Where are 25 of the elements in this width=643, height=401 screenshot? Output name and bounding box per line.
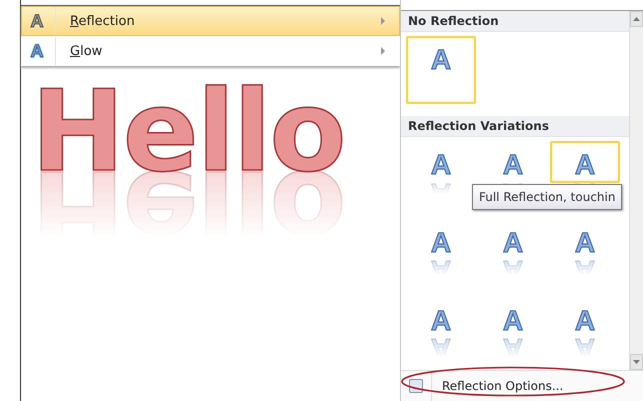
submenu-arrow-icon (381, 17, 385, 25)
wordart-text: Hello (31, 76, 344, 199)
scroll-up-button[interactable] (630, 11, 643, 27)
scroll-down-button[interactable] (630, 354, 643, 370)
gallery-tile[interactable]: A (550, 219, 620, 261)
menu-item[interactable]: A Reflection (21, 6, 400, 36)
gallery-tile[interactable]: A (550, 297, 620, 339)
tooltip: Full Reflection, touchin (472, 184, 622, 210)
reflection-text-icon: A (26, 10, 48, 32)
glow-text-icon: A (26, 40, 48, 62)
gallery-tile[interactable]: A (550, 141, 620, 183)
gallery-tile[interactable]: A (406, 36, 476, 104)
gallery-tile[interactable]: A (406, 219, 476, 261)
gallery-tile[interactable]: A (478, 219, 548, 261)
menu-item[interactable]: A Glow (21, 36, 400, 66)
gallery-tile[interactable]: A (406, 297, 476, 339)
scrollbar[interactable] (629, 11, 643, 370)
section-header: Reflection Variations (401, 116, 629, 137)
submenu-arrow-icon (381, 47, 385, 55)
gallery-tile[interactable]: A (406, 141, 476, 183)
section-header: No Reflection (401, 11, 629, 32)
down-arrow-icon (633, 360, 640, 364)
up-arrow-icon (633, 17, 640, 21)
gallery-tile[interactable]: A (478, 141, 548, 183)
gallery-tile[interactable]: A (478, 297, 548, 339)
